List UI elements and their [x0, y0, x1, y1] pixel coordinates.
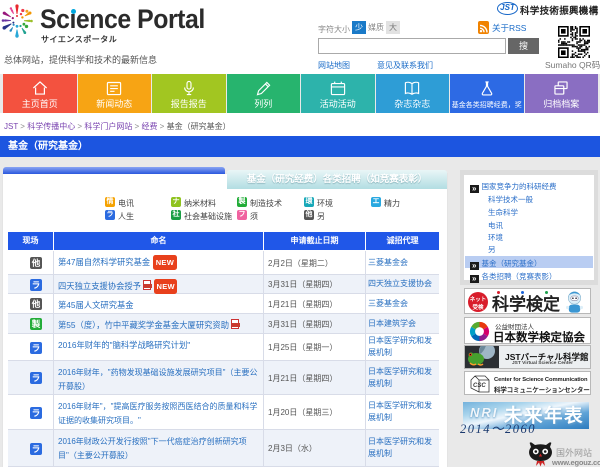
svg-text:CSC: CSC: [473, 383, 486, 389]
